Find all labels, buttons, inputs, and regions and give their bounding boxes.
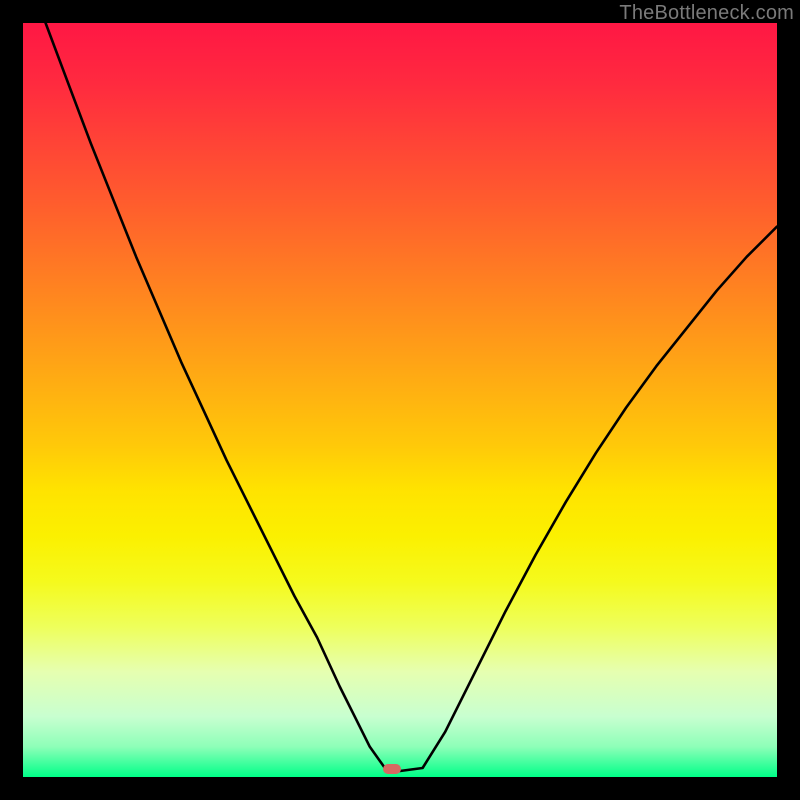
chart-frame: TheBottleneck.com bbox=[0, 0, 800, 800]
plot-area bbox=[23, 23, 777, 777]
watermark-text: TheBottleneck.com bbox=[619, 2, 794, 25]
optimal-point-marker bbox=[383, 764, 401, 774]
bottleneck-curve bbox=[23, 23, 777, 777]
